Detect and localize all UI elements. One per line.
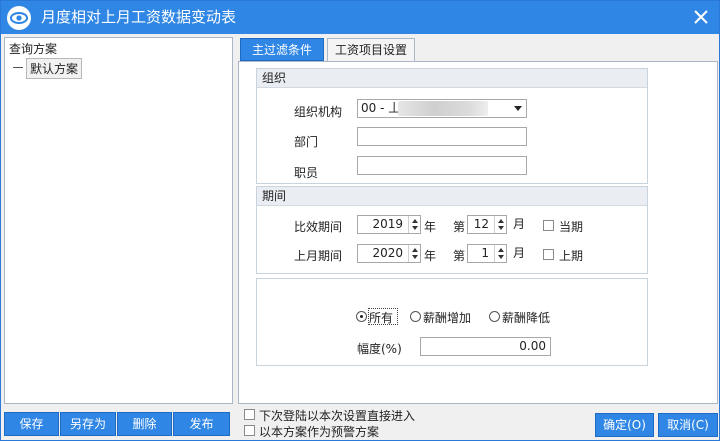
- org-value: 00 - 丄: [361, 101, 401, 115]
- employee-label: 职员: [294, 166, 319, 180]
- last-month-spin[interactable]: [494, 245, 506, 262]
- org-label: 组织机构: [294, 105, 343, 119]
- last-month-prefix: 第: [453, 249, 466, 263]
- warning-scheme-label: 以本方案作为预警方案: [259, 425, 380, 439]
- current-period-label: 当期: [559, 220, 584, 234]
- range-label: 幅度(%): [357, 342, 402, 356]
- previous-period-label: 上期: [559, 249, 584, 263]
- radio-all-label: 所有: [369, 311, 394, 325]
- compare-month-prefix: 第: [453, 220, 466, 234]
- filter-panel: 组织 组织机构 00 - 丄 部门 职员 期间 比效期间 2019 年 第 12…: [238, 61, 718, 404]
- org-select[interactable]: 00 - 丄: [357, 99, 527, 118]
- title-bar[interactable]: 月度相对上月工资数据变动表: [1, 1, 719, 34]
- compare-year-value: 2019: [372, 217, 403, 231]
- spin-down-icon[interactable]: [498, 255, 504, 259]
- tree-connector: [13, 67, 23, 68]
- dept-input[interactable]: [357, 127, 527, 146]
- window-title: 月度相对上月工资数据变动表: [41, 8, 237, 26]
- org-group: 组织 组织机构 00 - 丄 部门 职员: [256, 68, 648, 184]
- compare-year-unit: 年: [424, 220, 437, 234]
- compare-year-stepper[interactable]: 2019: [357, 215, 421, 234]
- employee-input[interactable]: [357, 156, 527, 175]
- compare-period-label: 比效期间: [294, 220, 343, 234]
- app-eye-icon: [7, 6, 31, 30]
- dept-label: 部门: [294, 135, 319, 149]
- radio-decrease[interactable]: [489, 311, 500, 322]
- close-icon[interactable]: [691, 7, 711, 27]
- radio-decrease-label: 薪酬降低: [502, 311, 551, 325]
- period-group: 期间 比效期间 2019 年 第 12 月 当期 上月期间 2020 年 第 1…: [256, 186, 648, 274]
- cancel-button[interactable]: 取消(C): [658, 413, 718, 437]
- last-month-value: 1: [481, 246, 489, 260]
- spin-down-icon[interactable]: [498, 226, 504, 230]
- last-year-unit: 年: [424, 249, 437, 263]
- save-as-button[interactable]: 另存为: [60, 412, 116, 436]
- spin-down-icon[interactable]: [412, 226, 418, 230]
- range-input[interactable]: 0.00: [420, 337, 551, 356]
- warning-scheme-checkbox[interactable]: [244, 425, 255, 436]
- org-group-title: 组织: [257, 69, 647, 88]
- org-name-redacted: [398, 101, 488, 116]
- tree-item-default-scheme[interactable]: 默认方案: [26, 58, 83, 79]
- last-period-label: 上月期间: [294, 249, 343, 263]
- query-scheme-header: 查询方案: [9, 42, 58, 56]
- compare-month-stepper[interactable]: 12: [467, 215, 507, 234]
- change-filter-group: 所有 薪酬增加 薪酬降低 幅度(%) 0.00: [256, 278, 648, 366]
- last-month-unit: 月: [513, 246, 526, 260]
- ok-button[interactable]: 确定(O): [595, 413, 654, 437]
- dialog-window: 月度相对上月工资数据变动表 查询方案 默认方案 保存 另存为 删除 发布 主过滤…: [0, 0, 720, 441]
- publish-button[interactable]: 发布: [173, 412, 230, 436]
- spin-up-icon[interactable]: [412, 219, 418, 223]
- spin-down-icon[interactable]: [412, 255, 418, 259]
- spin-up-icon[interactable]: [412, 248, 418, 252]
- tab-salary-items[interactable]: 工资项目设置: [327, 38, 415, 61]
- spin-up-icon[interactable]: [498, 248, 504, 252]
- last-month-stepper[interactable]: 1: [467, 244, 507, 263]
- delete-button[interactable]: 删除: [117, 412, 172, 436]
- previous-period-checkbox[interactable]: [543, 249, 554, 260]
- tab-main-filter[interactable]: 主过滤条件: [240, 38, 324, 61]
- auto-enter-checkbox[interactable]: [244, 409, 255, 420]
- radio-all[interactable]: [356, 311, 367, 322]
- auto-enter-label: 下次登陆以本次设置直接进入: [259, 409, 416, 423]
- current-period-checkbox[interactable]: [543, 220, 554, 231]
- period-group-title: 期间: [257, 187, 647, 206]
- last-year-value: 2020: [372, 246, 403, 260]
- compare-year-spin[interactable]: [408, 216, 420, 233]
- last-year-stepper[interactable]: 2020: [357, 244, 421, 263]
- radio-increase[interactable]: [410, 311, 421, 322]
- compare-month-unit: 月: [513, 217, 526, 231]
- compare-month-value: 12: [473, 217, 489, 231]
- spin-up-icon[interactable]: [498, 219, 504, 223]
- last-year-spin[interactable]: [408, 245, 420, 262]
- save-button[interactable]: 保存: [4, 412, 59, 436]
- query-scheme-panel: 查询方案 默认方案: [4, 37, 233, 404]
- radio-increase-label: 薪酬增加: [423, 311, 472, 325]
- chevron-down-icon[interactable]: [514, 106, 522, 111]
- compare-month-spin[interactable]: [494, 216, 506, 233]
